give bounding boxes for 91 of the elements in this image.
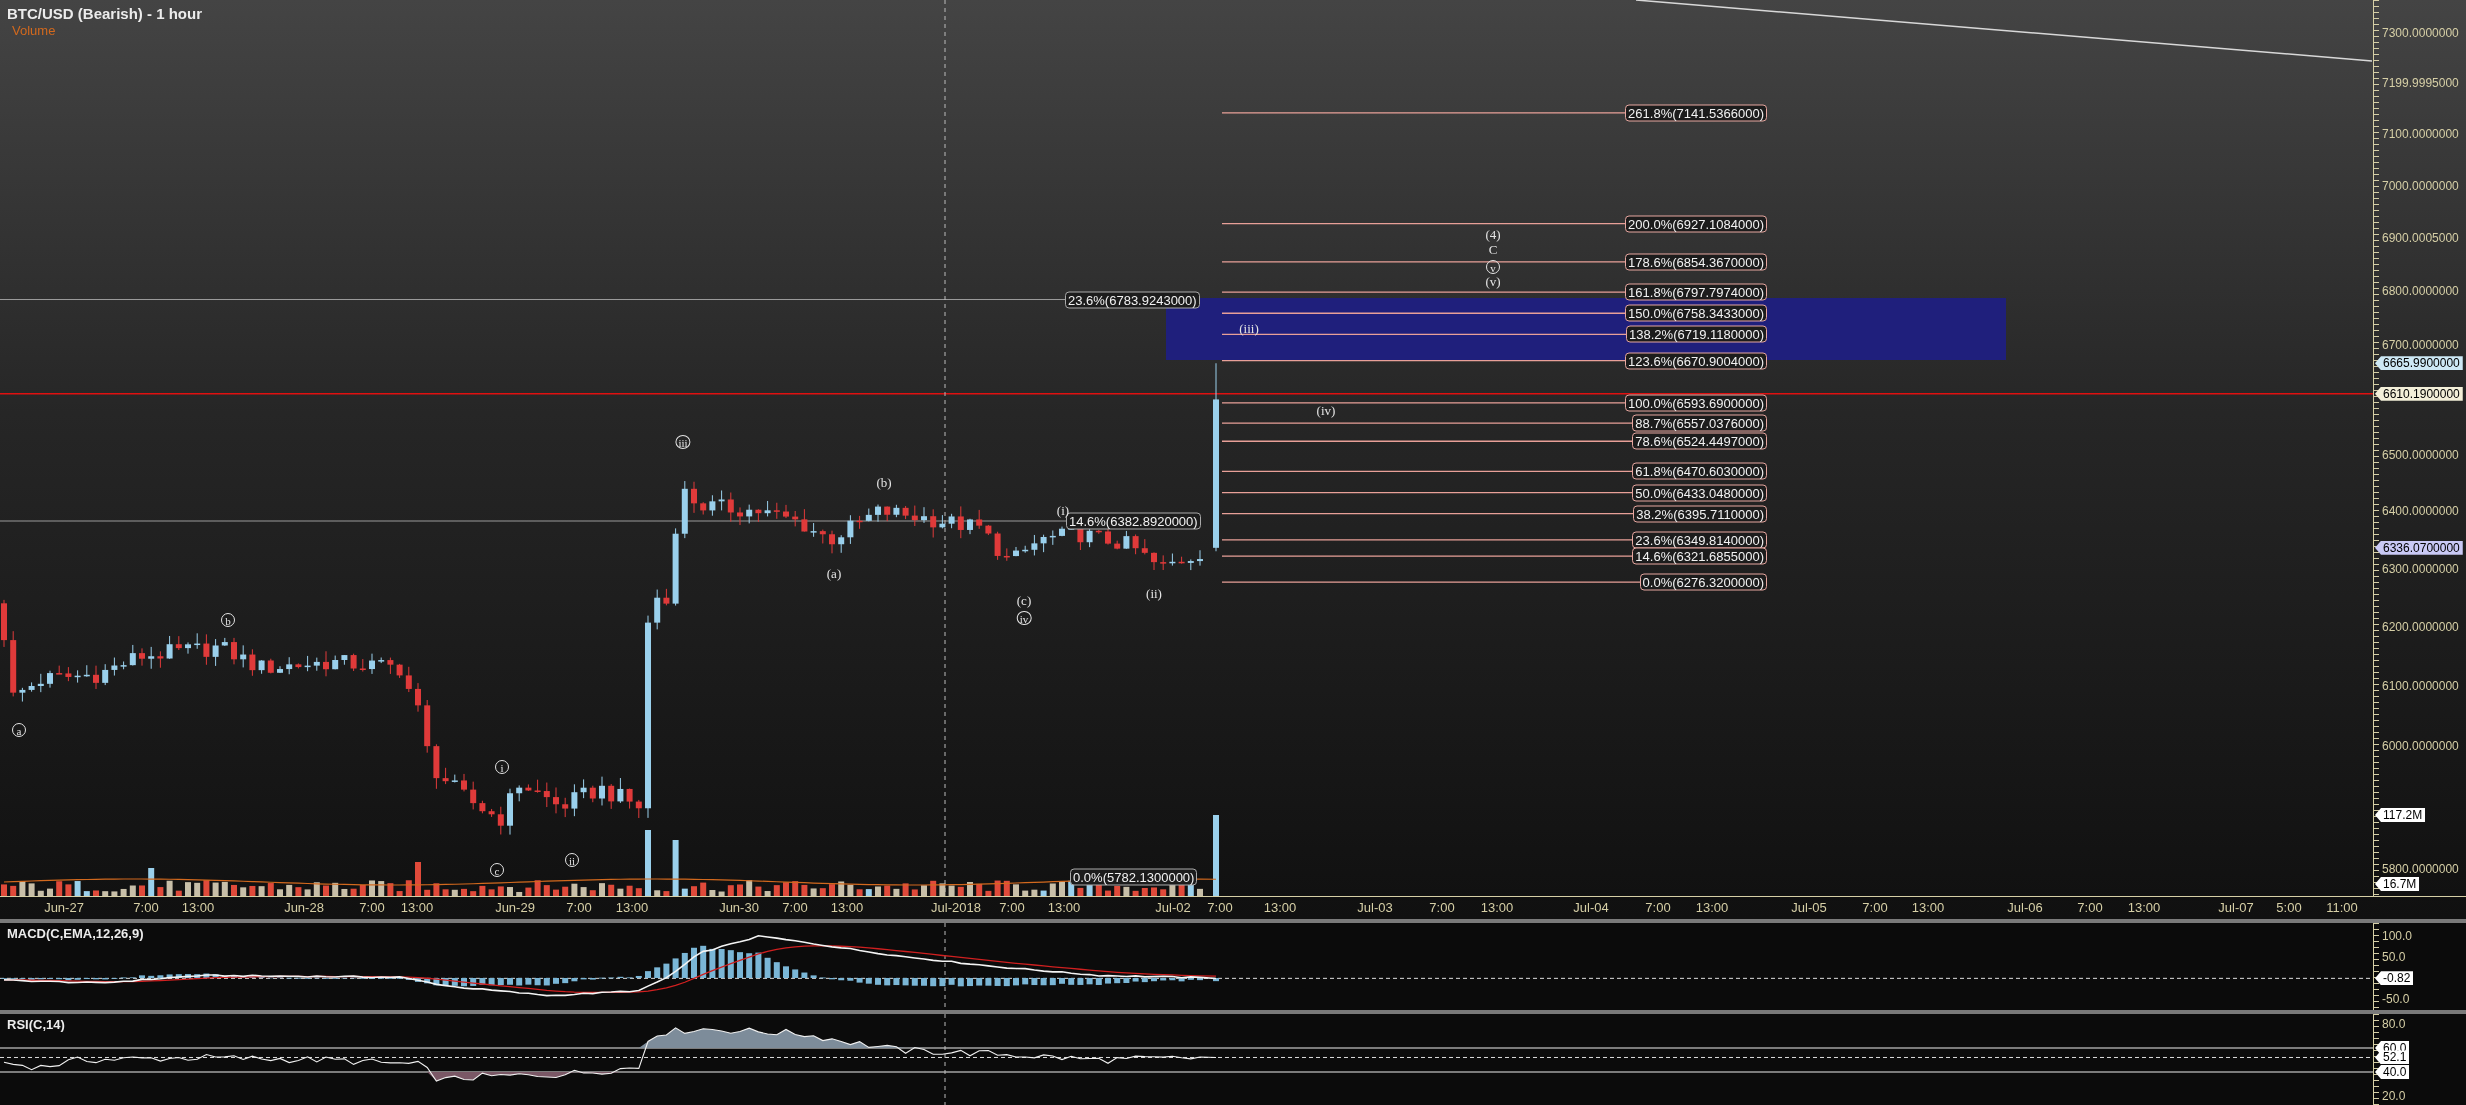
axis-label: 6900.0005000 [2382, 230, 2459, 245]
time-label: 13:00 [615, 900, 649, 915]
time-label: 13:00 [1480, 900, 1514, 915]
axis-label: 6700.0000000 [2382, 337, 2459, 352]
time-label: Jun-27 [44, 900, 84, 915]
axis-label: 6100.0000000 [2382, 678, 2459, 693]
wave-label: (iv) [1316, 405, 1336, 417]
axis-label: 5800.0000000 [2382, 862, 2459, 877]
time-label: 7:00 [1429, 900, 1455, 915]
axis-label: 6000.0000000 [2382, 738, 2459, 753]
volume-label: Volume [12, 23, 56, 38]
price-tag: 16.7M [2375, 877, 2420, 891]
time-label: 13:00 [181, 900, 215, 915]
indicator-title: RSI(C,14) [7, 1017, 65, 1032]
axis-label: 6800.0000000 [2382, 283, 2459, 298]
indicator-title: MACD(C,EMA,12,26,9) [7, 926, 144, 941]
axis-label: 50.0 [2382, 950, 2406, 964]
wave-label: (ii) [1146, 588, 1162, 600]
time-label: 13:00 [400, 900, 434, 915]
axis-label: 6300.0000000 [2382, 561, 2459, 576]
wave-label: (v) [1485, 276, 1501, 288]
time-label: 11:00 [2326, 900, 2358, 915]
time-label: 13:00 [830, 900, 864, 915]
time-label: Jul-2018 [931, 900, 981, 915]
time-label: 7:00 [999, 900, 1025, 915]
fib-level-label: 200.0%(6927.1084000) [1625, 215, 1767, 233]
axis-label: 7000.0000000 [2382, 178, 2459, 193]
wave-label: (4) [1485, 229, 1501, 241]
fib-level-label: 50.0%(6433.0480000) [1632, 484, 1767, 502]
fib-level-label: 150.0%(6758.3433000) [1625, 304, 1767, 322]
axis-label: 7100.0000000 [2382, 126, 2459, 141]
time-label: 7:00 [2077, 900, 2103, 915]
wave-label: (c) [1016, 595, 1032, 607]
time-label: 5:00 [2276, 900, 2302, 915]
axis-label: 6200.0000000 [2382, 619, 2459, 634]
fib-level-label: 178.6%(6854.3670000) [1625, 253, 1767, 271]
value-tag: 52.1 [2375, 1050, 2410, 1065]
axis-label: -50.0 [2382, 992, 2410, 1006]
time-label: 7:00 [359, 900, 385, 915]
time-label: Jul-07 [2218, 900, 2254, 915]
fib-level-label: 61.8%(6470.6030000) [1632, 462, 1767, 480]
fib-level-label: 161.8%(6797.7974000) [1625, 283, 1767, 301]
axis-label: 100.0 [2382, 929, 2413, 943]
price-tag: 6336.0700000 [2375, 540, 2463, 555]
fib-level-label: 0.0%(6276.3200000) [1639, 573, 1767, 591]
wave-label: (a) [826, 568, 842, 580]
time-label: 13:00 [2127, 900, 2161, 915]
time-label: Jul-02 [1155, 900, 1191, 915]
time-label: 13:00 [1695, 900, 1729, 915]
price-tag: 117.2M [2375, 808, 2426, 822]
value-tag: -0.82 [2375, 971, 2414, 986]
time-label: 7:00 [1862, 900, 1888, 915]
time-label: 13:00 [1911, 900, 1945, 915]
fib-level-label: 88.7%(6557.0376000) [1632, 414, 1767, 432]
axis-label: 6500.0000000 [2382, 447, 2459, 462]
time-label: 7:00 [1645, 900, 1671, 915]
time-label: Jun-30 [719, 900, 759, 915]
axis-label: 6400.0000000 [2382, 504, 2459, 519]
time-label: 7:00 [782, 900, 808, 915]
fib-level-label: 14.6%(6321.6855000) [1632, 547, 1767, 565]
fib-level-label: 100.0%(6593.6900000) [1625, 394, 1767, 412]
fib-level-label: 138.2%(6719.1180000) [1626, 325, 1767, 343]
fib-level-label: 261.8%(7141.5366000) [1625, 104, 1767, 122]
value-tag: 40.0 [2375, 1065, 2410, 1079]
time-label: 7:00 [133, 900, 159, 915]
time-label: 13:00 [1047, 900, 1081, 915]
price-tag: 6610.1900000 [2375, 386, 2463, 401]
fib-level-label: 23.6%(6783.9243000) [1065, 291, 1200, 308]
axis-label: 80.0 [2382, 1017, 2406, 1031]
fib-level-label: 0.0%(5782.1300000) [1070, 868, 1198, 886]
axis-label: 7199.9995000 [2382, 76, 2459, 91]
time-label: 7:00 [1207, 900, 1233, 915]
fib-level-label: 38.2%(6395.7110000) [1633, 505, 1767, 523]
wave-label: (iii) [1239, 323, 1259, 335]
wave-label: (b) [876, 477, 892, 489]
axis-label: 20.0 [2382, 1089, 2406, 1103]
fib-level-label: 123.6%(6670.9004000) [1625, 352, 1767, 370]
fib-level-label: 23.6%(6349.8140000) [1632, 531, 1767, 549]
time-label: Jul-06 [2007, 900, 2043, 915]
time-label: 13:00 [1263, 900, 1297, 915]
chart-title: BTC/USD (Bearish) - 1 hour [7, 5, 202, 22]
fib-level-label: 78.6%(6524.4497000) [1632, 432, 1767, 450]
time-label: Jul-03 [1357, 900, 1393, 915]
time-label: Jun-29 [495, 900, 535, 915]
price-tag: 6665.9900000 [2375, 356, 2463, 371]
axis-label: 7300.0000000 [2382, 26, 2459, 40]
time-label: 7:00 [566, 900, 592, 915]
wave-label: C [1488, 244, 1498, 256]
time-label: Jul-04 [1573, 900, 1609, 915]
time-label: Jul-05 [1791, 900, 1827, 915]
time-label: Jun-28 [284, 900, 324, 915]
